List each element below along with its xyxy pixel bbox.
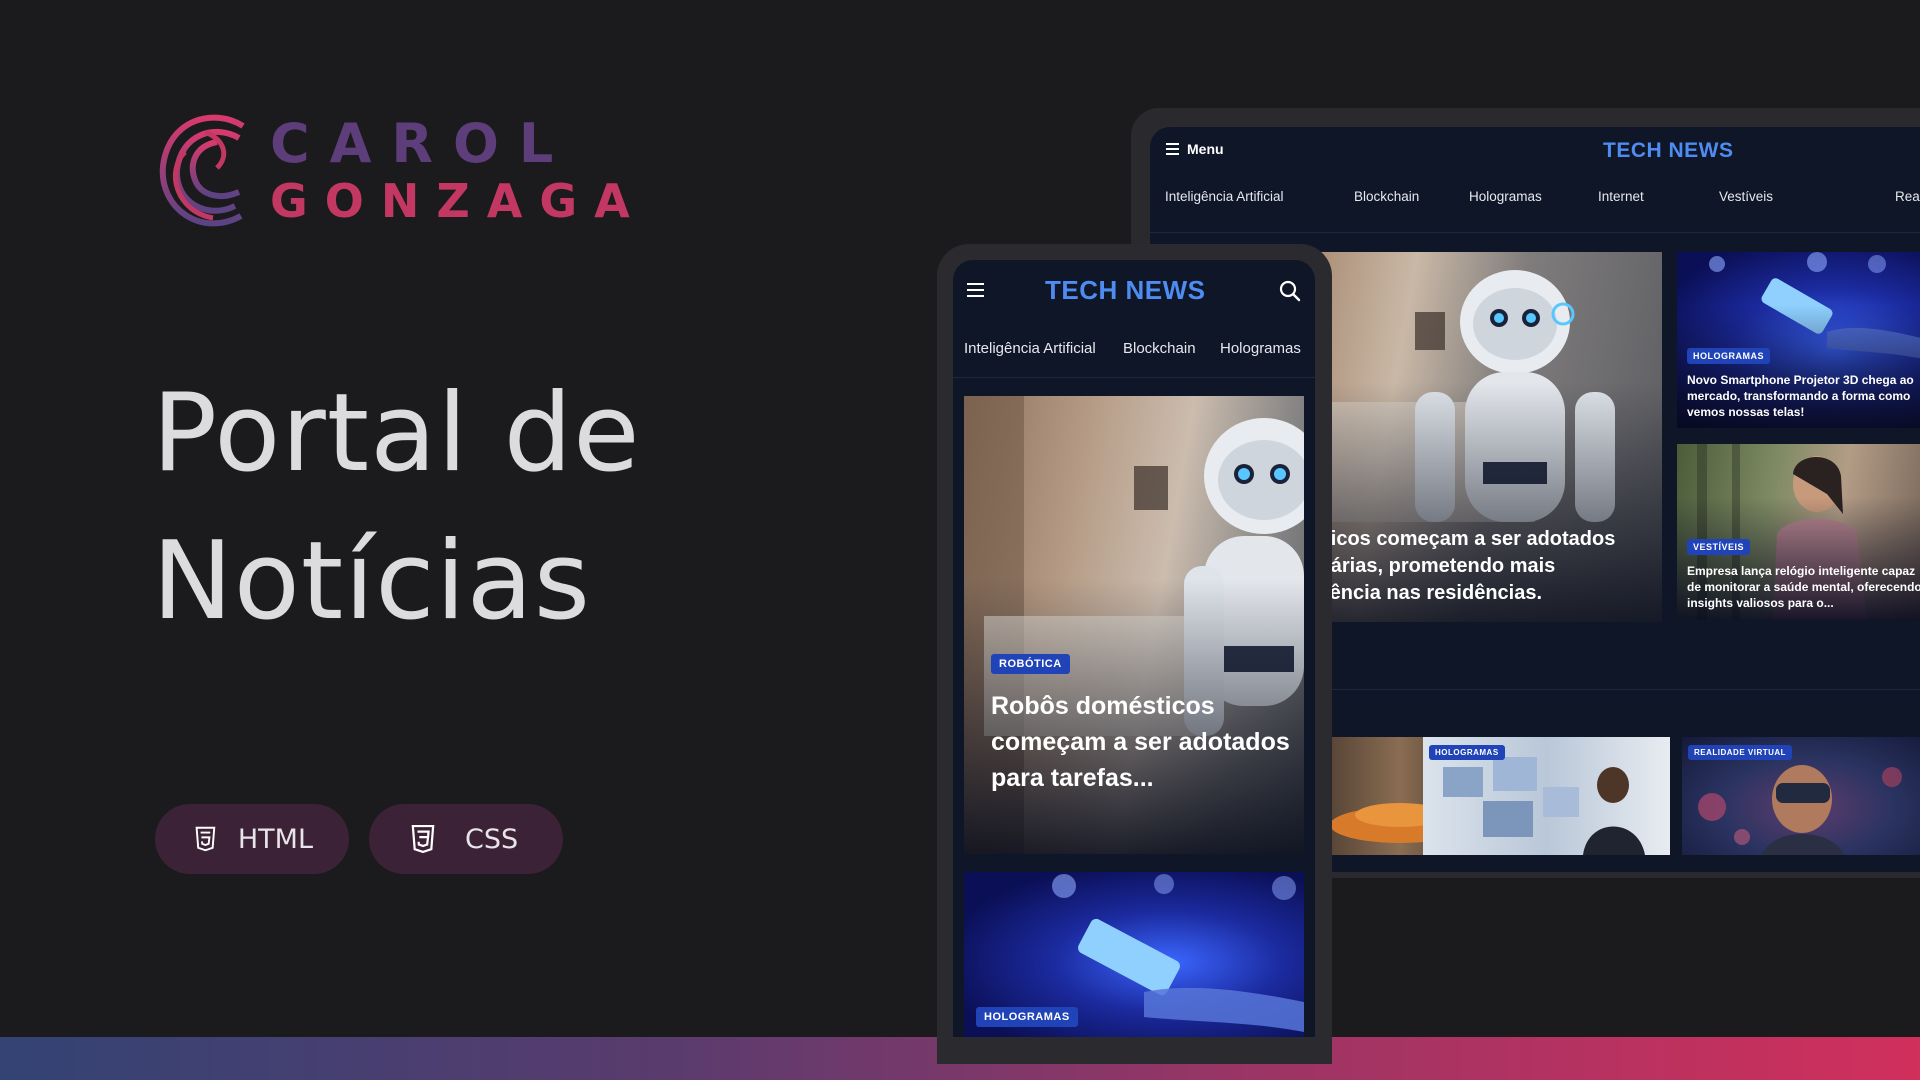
desktop-side-card-title: Novo Smartphone Projetor 3D chega ao mer… [1687,373,1914,419]
mobile-hero-card[interactable]: ROBÓTICA Robôs domésticos começam a ser … [964,396,1304,854]
headline-line-1: Portal de [152,371,641,496]
brand-name-first: CAROL [270,112,574,175]
mobile-nav-item-hologramas[interactable]: Hologramas [1220,340,1301,357]
tech-badges: HTML CSS [155,804,563,874]
desktop-thumb-hologramas[interactable]: HOLOGRAMAS [1423,737,1670,855]
css-badge-label: CSS [465,823,519,855]
mobile-card-tag: HOLOGRAMAS [976,1007,1078,1027]
mobile-hero-title: Robôs domésticos começam a ser adotados … [991,692,1290,792]
mobile-nav-divider [953,377,1315,378]
desktop-thumb-tag: HOLOGRAMAS [1429,745,1505,760]
mobile-hero-tag: ROBÓTICA [991,654,1070,674]
brand-mark-icon [159,114,245,227]
mobile-nav-item-ia[interactable]: Inteligência Artificial [964,340,1096,357]
mobile-site-logo[interactable]: TECH NEWS [1045,275,1206,306]
desktop-nav-item-internet[interactable]: Internet [1598,189,1644,204]
html5-icon [195,826,216,852]
desktop-side-card-hologramas[interactable]: HOLOGRAMAS Novo Smartphone Projetor 3D c… [1677,252,1920,428]
html-badge[interactable]: HTML [155,804,349,874]
mobile-category-nav: Inteligência Artificial Blockchain Holog… [964,340,1315,360]
mobile-header: TECH NEWS [953,260,1315,320]
brand-logo: CAROL GONZAGA [155,112,630,234]
desktop-nav-item-blockchain[interactable]: Blockchain [1354,189,1419,204]
hamburger-icon [1166,143,1179,155]
mobile-nav-item-blockchain[interactable]: Blockchain [1123,340,1196,357]
page-headline: Portal de Notícias [152,360,641,656]
desktop-side-card-tag: VESTÍVEIS [1687,539,1751,555]
mobile-card-hologramas[interactable]: HOLOGRAMAS [964,872,1304,1037]
desktop-menu-label: Menu [1187,141,1224,157]
desktop-nav-divider [1150,232,1920,233]
headline-line-2: Notícias [152,519,592,644]
css3-icon [411,825,435,853]
desktop-menu-button[interactable]: Menu [1166,141,1224,157]
desktop-nav-item-ia[interactable]: Inteligência Artificial [1165,189,1284,204]
brand-name-last: GONZAGA [270,174,647,228]
desktop-side-card-vestiveis[interactable]: VESTÍVEIS Empresa lança relógio intelige… [1677,444,1920,620]
desktop-category-nav: Inteligência Artificial Blockchain Holog… [1165,189,1920,209]
desktop-hero-title: sticos começam a ser adotados diárias, p… [1313,528,1616,604]
desktop-nav-item-hologramas[interactable]: Hologramas [1469,189,1542,204]
search-icon[interactable] [1279,280,1301,302]
desktop-site-logo[interactable]: TECH NEWS [1603,139,1734,163]
desktop-side-card-tag: HOLOGRAMAS [1687,348,1770,364]
desktop-thumb-realidade-virtual[interactable]: REALIDADE VIRTUAL [1682,737,1920,855]
desktop-thumb-tag: REALIDADE VIRTUAL [1688,745,1793,760]
desktop-nav-item-realidade[interactable]: Realid [1895,189,1920,204]
mobile-hamburger-icon[interactable] [967,283,984,297]
desktop-side-card-title: Empresa lança relógio inteligente capaz … [1687,564,1920,610]
mobile-site-preview: TECH NEWS Inteligência Artificial Blockc… [953,260,1315,1037]
html-badge-label: HTML [237,823,313,855]
css-badge[interactable]: CSS [369,804,563,874]
desktop-nav-item-vestiveis[interactable]: Vestíveis [1719,189,1773,204]
